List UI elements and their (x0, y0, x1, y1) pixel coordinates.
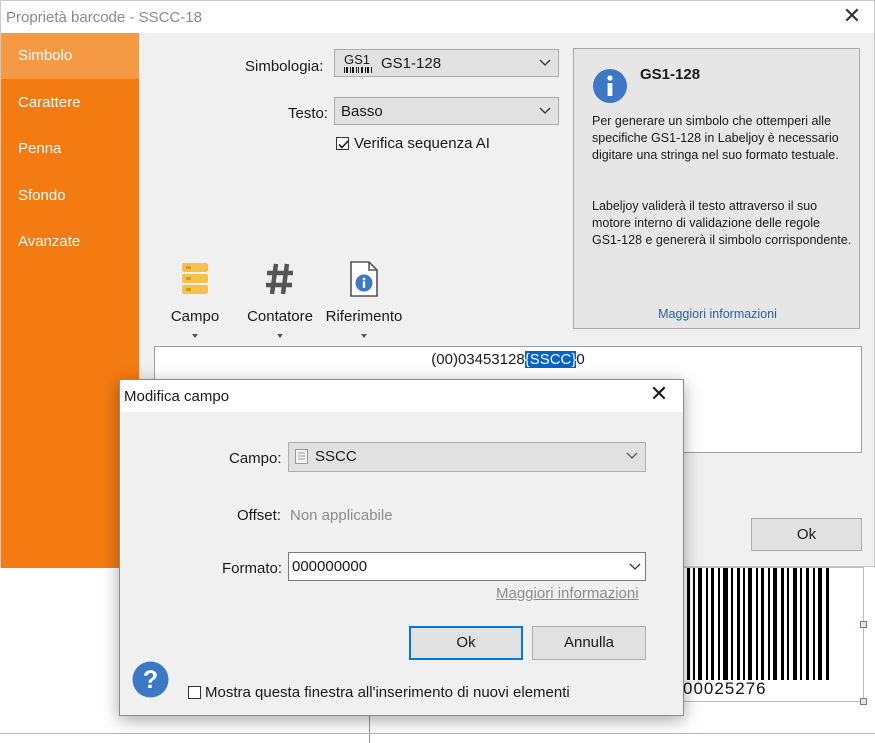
insert-counter-button[interactable]: Contatore (237, 261, 323, 341)
dropdown-arrow-icon (361, 334, 367, 338)
sidebar-item-sfondo[interactable]: Sfondo (1, 173, 139, 219)
edit-field-dialog: Modifica campo ✕ Campo: SSCC Offset: Non… (119, 379, 684, 716)
chevron-down-icon (539, 59, 551, 66)
info-more-link[interactable]: Maggiori informazioni (574, 307, 861, 321)
offset-value: Non applicabile (290, 507, 393, 524)
info-icon (593, 69, 627, 103)
sidebar-item-avanzate[interactable]: Avanzate (1, 219, 139, 265)
show-dialog-checkbox[interactable] (188, 686, 201, 699)
field-label: Campo: (229, 450, 282, 467)
window-title-bar[interactable]: Proprietà barcode - SSCC-18 ✕ (1, 1, 874, 33)
verify-ai-checkbox[interactable] (336, 137, 349, 150)
insert-field-button[interactable]: Campo (152, 261, 238, 341)
sidebar-item-carattere[interactable]: Carattere (1, 80, 139, 126)
info-paragraph-1: Per generare un simbolo che ottemperi al… (592, 114, 839, 162)
insert-field-label: Campo (170, 308, 220, 325)
text-position-value: Basso (341, 103, 383, 120)
checkmark-icon (338, 140, 349, 149)
expression-suffix: 0 (576, 351, 585, 368)
barcode-expression: (00)03453128{SSCC}0 (155, 351, 861, 368)
insert-reference-label: Riferimento (325, 308, 403, 325)
sidebar-item-simbolo[interactable]: Simbolo (1, 33, 139, 79)
format-combobox[interactable]: 000000000 (288, 552, 646, 581)
canvas-bottom-edge (0, 733, 875, 734)
ok-button[interactable]: Ok (751, 518, 862, 551)
close-icon[interactable]: ✕ (840, 5, 864, 28)
symbology-label: Simbologia: (245, 58, 324, 75)
document-icon (295, 449, 308, 464)
expression-selected-field[interactable]: {SSCC} (524, 351, 577, 368)
insert-counter-label: Contatore (247, 308, 313, 325)
close-icon[interactable]: ✕ (647, 383, 671, 406)
hash-icon (266, 263, 293, 295)
insert-reference-button[interactable]: Riferimento (321, 261, 407, 341)
svg-text:?: ? (143, 666, 158, 694)
dropdown-arrow-icon (277, 334, 283, 338)
dialog-title-bar[interactable]: Modifica campo ✕ (120, 380, 683, 412)
resize-handle-bottom-right[interactable] (860, 698, 867, 705)
field-select[interactable]: SSCC (288, 442, 646, 472)
reference-info-icon (350, 261, 378, 297)
chevron-down-icon (629, 563, 641, 570)
barcode-human-readable: 00025276 (683, 679, 767, 698)
format-value: 000000000 (292, 558, 368, 575)
format-label: Formato: (222, 560, 283, 577)
show-dialog-label: Mostra questa finestra all'inserimento d… (205, 684, 570, 701)
verify-ai-label: Verifica sequenza AI (354, 135, 490, 152)
info-panel: GS1-128 Per generare un simbolo che otte… (573, 48, 860, 329)
window-title: Proprietà barcode - SSCC-18 (6, 9, 202, 26)
gs1-symbology-icon: GS1 (344, 52, 372, 73)
chevron-down-icon (626, 452, 638, 459)
offset-label: Offset: (237, 507, 281, 524)
help-icon[interactable]: ? (132, 661, 169, 698)
info-paragraph-2: Labeljoy validerà il testo attraverso il… (592, 199, 852, 247)
field-icon (182, 263, 208, 294)
dropdown-arrow-icon (192, 334, 198, 338)
field-value: SSCC (315, 448, 357, 465)
dialog-title: Modifica campo (124, 388, 230, 405)
symbology-value: GS1-128 (381, 55, 442, 72)
info-title: GS1-128 (640, 66, 701, 83)
dialog-cancel-button[interactable]: Annulla (532, 626, 646, 660)
resize-handle-right[interactable] (860, 621, 867, 628)
format-more-info-link[interactable]: Maggiori informazioni (496, 585, 639, 602)
barcode-bars (687, 568, 829, 680)
symbology-select[interactable]: GS1 GS1-128 (334, 49, 559, 77)
expression-prefix: (00)03453128 (431, 351, 525, 368)
text-position-select[interactable]: Basso (334, 97, 559, 125)
dialog-ok-button[interactable]: Ok (409, 626, 523, 660)
chevron-down-icon (539, 107, 551, 114)
text-position-label: Testo: (288, 105, 329, 122)
barcode-object[interactable]: 00025276 (680, 567, 864, 702)
sidebar-item-penna[interactable]: Penna (1, 126, 139, 172)
svg-text:GS1: GS1 (344, 52, 370, 67)
